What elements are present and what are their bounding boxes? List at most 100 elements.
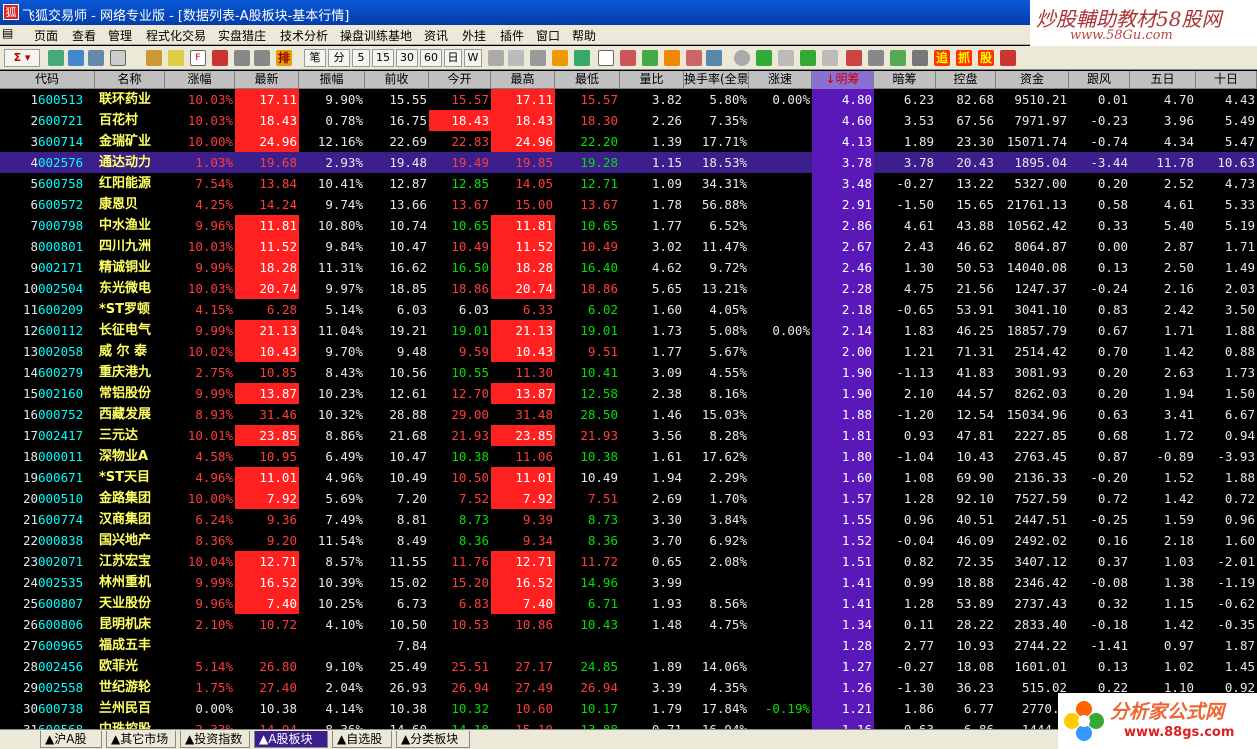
table-row[interactable]: 12600112 长征电气 9.99% 21.13 11.04% 19.21 19.01 21… (0, 320, 1257, 341)
period-60-button[interactable]: 60 (420, 49, 442, 67)
refresh-icon[interactable] (574, 50, 590, 66)
bell-icon[interactable] (552, 50, 568, 66)
table-row[interactable]: 17002417 三元达 10.01% 23.85 8.86% 21.68 21.93 23.… (0, 425, 1257, 446)
column-header[interactable]: 暗筹 (874, 71, 936, 89)
group-icon[interactable] (686, 50, 702, 66)
list-icon[interactable] (822, 50, 838, 66)
table-row[interactable]: 28002456 欧菲光 5.14% 26.80 9.10% 25.49 25.51 27.1… (0, 656, 1257, 677)
page-icon[interactable] (778, 50, 794, 66)
table-row[interactable]: 24002535 林州重机 9.99% 16.52 10.39% 15.02 15.20 16… (0, 572, 1257, 593)
column-header[interactable]: 涨幅 (165, 71, 235, 89)
table-row[interactable]: 16000752 西藏发展 8.93% 31.46 10.32% 28.88 29.00 31… (0, 404, 1257, 425)
table-row[interactable]: 9002171 精诚铜业 9.99% 18.28 11.31% 16.62 16.50 18.… (0, 257, 1257, 278)
menu-item[interactable]: 技术分析 (280, 27, 328, 44)
column-header[interactable]: 最新 (235, 71, 299, 89)
pencil-icon[interactable] (168, 50, 184, 66)
table-row[interactable]: 6600572 康恩贝 4.25% 14.24 9.74% 13.66 13.67 15.00… (0, 194, 1257, 215)
table-row[interactable]: 15002160 常铝股份 9.99% 13.87 10.23% 12.61 12.70 13… (0, 383, 1257, 404)
market-tab[interactable]: ▲其它市场 (106, 731, 176, 748)
db-icon[interactable] (868, 50, 884, 66)
search-icon[interactable] (706, 50, 722, 66)
period-30-button[interactable]: 30 (396, 49, 418, 67)
doc-icon[interactable] (508, 50, 524, 66)
period-week-button[interactable]: W (464, 49, 482, 67)
wave-icon[interactable] (912, 50, 928, 66)
menu-item[interactable]: 外挂 (462, 27, 486, 44)
table-row[interactable]: 18000011 深物业A 4.58% 10.95 6.49% 10.47 10.38 11.… (0, 446, 1257, 467)
menu-item[interactable]: 管理 (108, 27, 132, 44)
column-header[interactable]: 今开 (429, 71, 491, 89)
table-row[interactable]: 10002504 东光微电 10.03% 20.74 9.97% 18.85 18.86 20… (0, 278, 1257, 299)
zoom-icon[interactable] (530, 50, 546, 66)
layout-icon[interactable] (88, 50, 104, 66)
grid-view-icon[interactable] (48, 50, 64, 66)
table-icon[interactable] (68, 50, 84, 66)
table-row[interactable]: 20000510 金路集团 10.00% 7.92 5.69% 7.20 7.52 7.92 7… (0, 488, 1257, 509)
calculator-icon[interactable] (234, 50, 250, 66)
menu-item[interactable]: 窗口 (536, 27, 560, 44)
fire-icon[interactable] (846, 50, 862, 66)
menu-logo-icon[interactable]: ▤ (2, 26, 13, 40)
period-minute-button[interactable]: 分 (328, 49, 350, 67)
forward-arrow-icon[interactable] (800, 50, 816, 66)
money-icon[interactable] (890, 50, 906, 66)
table-row[interactable]: 5600758 红阳能源 7.54% 13.84 10.41% 12.87 12.85 14.… (0, 173, 1257, 194)
column-header[interactable]: 振幅 (299, 71, 365, 89)
f5-icon[interactable] (598, 50, 614, 66)
table-row[interactable]: 3600714 金瑞矿业 10.00% 24.96 12.16% 22.69 22.83 24… (0, 131, 1257, 152)
period-day-button[interactable]: 日 (444, 49, 462, 67)
plant-icon[interactable] (642, 50, 658, 66)
pai-icon[interactable]: 排 (276, 50, 292, 66)
menu-item[interactable]: 资讯 (424, 27, 448, 44)
menu-item[interactable]: 操盘训练基地 (340, 27, 412, 44)
exit-icon[interactable] (1000, 50, 1016, 66)
table-row[interactable]: 4002576 通达动力 1.03% 19.68 2.93% 19.48 19.49 19.8… (0, 152, 1257, 173)
period-5-button[interactable]: 5 (352, 49, 370, 67)
table-row[interactable]: 23002071 江苏宏宝 10.04% 12.71 8.57% 11.55 11.76 12… (0, 551, 1257, 572)
menu-item[interactable]: 页面 (34, 27, 58, 44)
column-header[interactable]: 跟风 (1069, 71, 1130, 89)
column-header[interactable]: 代码 (0, 71, 95, 89)
f10-icon[interactable]: F (190, 50, 206, 66)
menu-item[interactable]: 程式化交易 (146, 27, 206, 44)
column-header[interactable]: 资金 (996, 71, 1069, 89)
column-header[interactable]: 涨速 (749, 71, 812, 89)
catch-icon[interactable]: 抓 (956, 50, 972, 66)
flag-icon[interactable] (620, 50, 636, 66)
column-header[interactable]: 名称 (95, 71, 165, 89)
table-row[interactable]: 8000801 四川九洲 10.03% 11.52 9.84% 10.47 10.49 11.… (0, 236, 1257, 257)
table-row[interactable]: 27600965 福成五丰 7.84 1.28 2.77 10.93 2744.22 -1.4… (0, 635, 1257, 656)
table-row[interactable]: 22000838 国兴地产 8.36% 9.20 11.54% 8.49 8.36 9.34 8… (0, 530, 1257, 551)
column-header[interactable]: 控盘 (936, 71, 996, 89)
table-row[interactable]: 7000798 中水渔业 9.96% 11.81 10.80% 10.74 10.65 11.… (0, 215, 1257, 236)
market-tab[interactable]: ▲沪A股 (40, 731, 102, 748)
period-15-button[interactable]: 15 (372, 49, 394, 67)
table-row[interactable]: 1600513 联环药业 10.03% 17.11 9.90% 15.55 15.57 17.… (0, 89, 1257, 110)
column-header[interactable]: 五日 (1130, 71, 1196, 89)
back-arrow-icon[interactable] (756, 50, 772, 66)
market-tab[interactable]: ▲A股板块 (254, 731, 328, 748)
market-tab[interactable]: ▲分类板块 (396, 731, 470, 748)
column-header[interactable]: 最高 (491, 71, 555, 89)
market-tab[interactable]: ▲投资指数 (180, 731, 250, 748)
column-header[interactable]: ↓明筹 (812, 71, 874, 89)
table-row[interactable]: 21600774 汉商集团 6.24% 9.36 7.49% 8.81 8.73 9.39 8.… (0, 509, 1257, 530)
stock-icon[interactable]: 股 (978, 50, 994, 66)
table-row[interactable]: 26600806 昆明机床 2.10% 10.72 4.10% 10.50 10.53 10.… (0, 614, 1257, 635)
column-header[interactable]: 十日 (1196, 71, 1257, 89)
menu-item[interactable]: 插件 (500, 27, 524, 44)
menu-item[interactable]: 查看 (72, 27, 96, 44)
table-row[interactable]: 25600807 天业股份 9.96% 7.40 10.25% 6.73 6.83 7.40 6… (0, 593, 1257, 614)
market-tab[interactable]: ▲自选股 (332, 731, 392, 748)
table-row[interactable]: 19600671 *ST天目 4.96% 11.01 4.96% 10.49 10.50 11… (0, 467, 1257, 488)
period-tick-button[interactable]: 笔 (304, 49, 326, 67)
table-row[interactable]: 13002058 威 尔 泰 10.02% 10.43 9.70% 9.48 9.59 10.… (0, 341, 1257, 362)
table-row[interactable]: 11600209 *ST罗顿 4.15% 6.28 5.14% 6.03 6.03 6.33 6… (0, 299, 1257, 320)
column-header[interactable]: 最低 (555, 71, 620, 89)
chase-icon[interactable]: 追 (934, 50, 950, 66)
sum-button[interactable]: Σ ▾ (4, 49, 40, 67)
column-header[interactable]: 换手率(全景 (684, 71, 749, 89)
menu-item[interactable]: 实盘猎庄 (218, 27, 266, 44)
column-header[interactable]: 前收 (365, 71, 429, 89)
table-row[interactable]: 14600279 重庆港九 2.75% 10.85 8.43% 10.56 10.55 11.… (0, 362, 1257, 383)
